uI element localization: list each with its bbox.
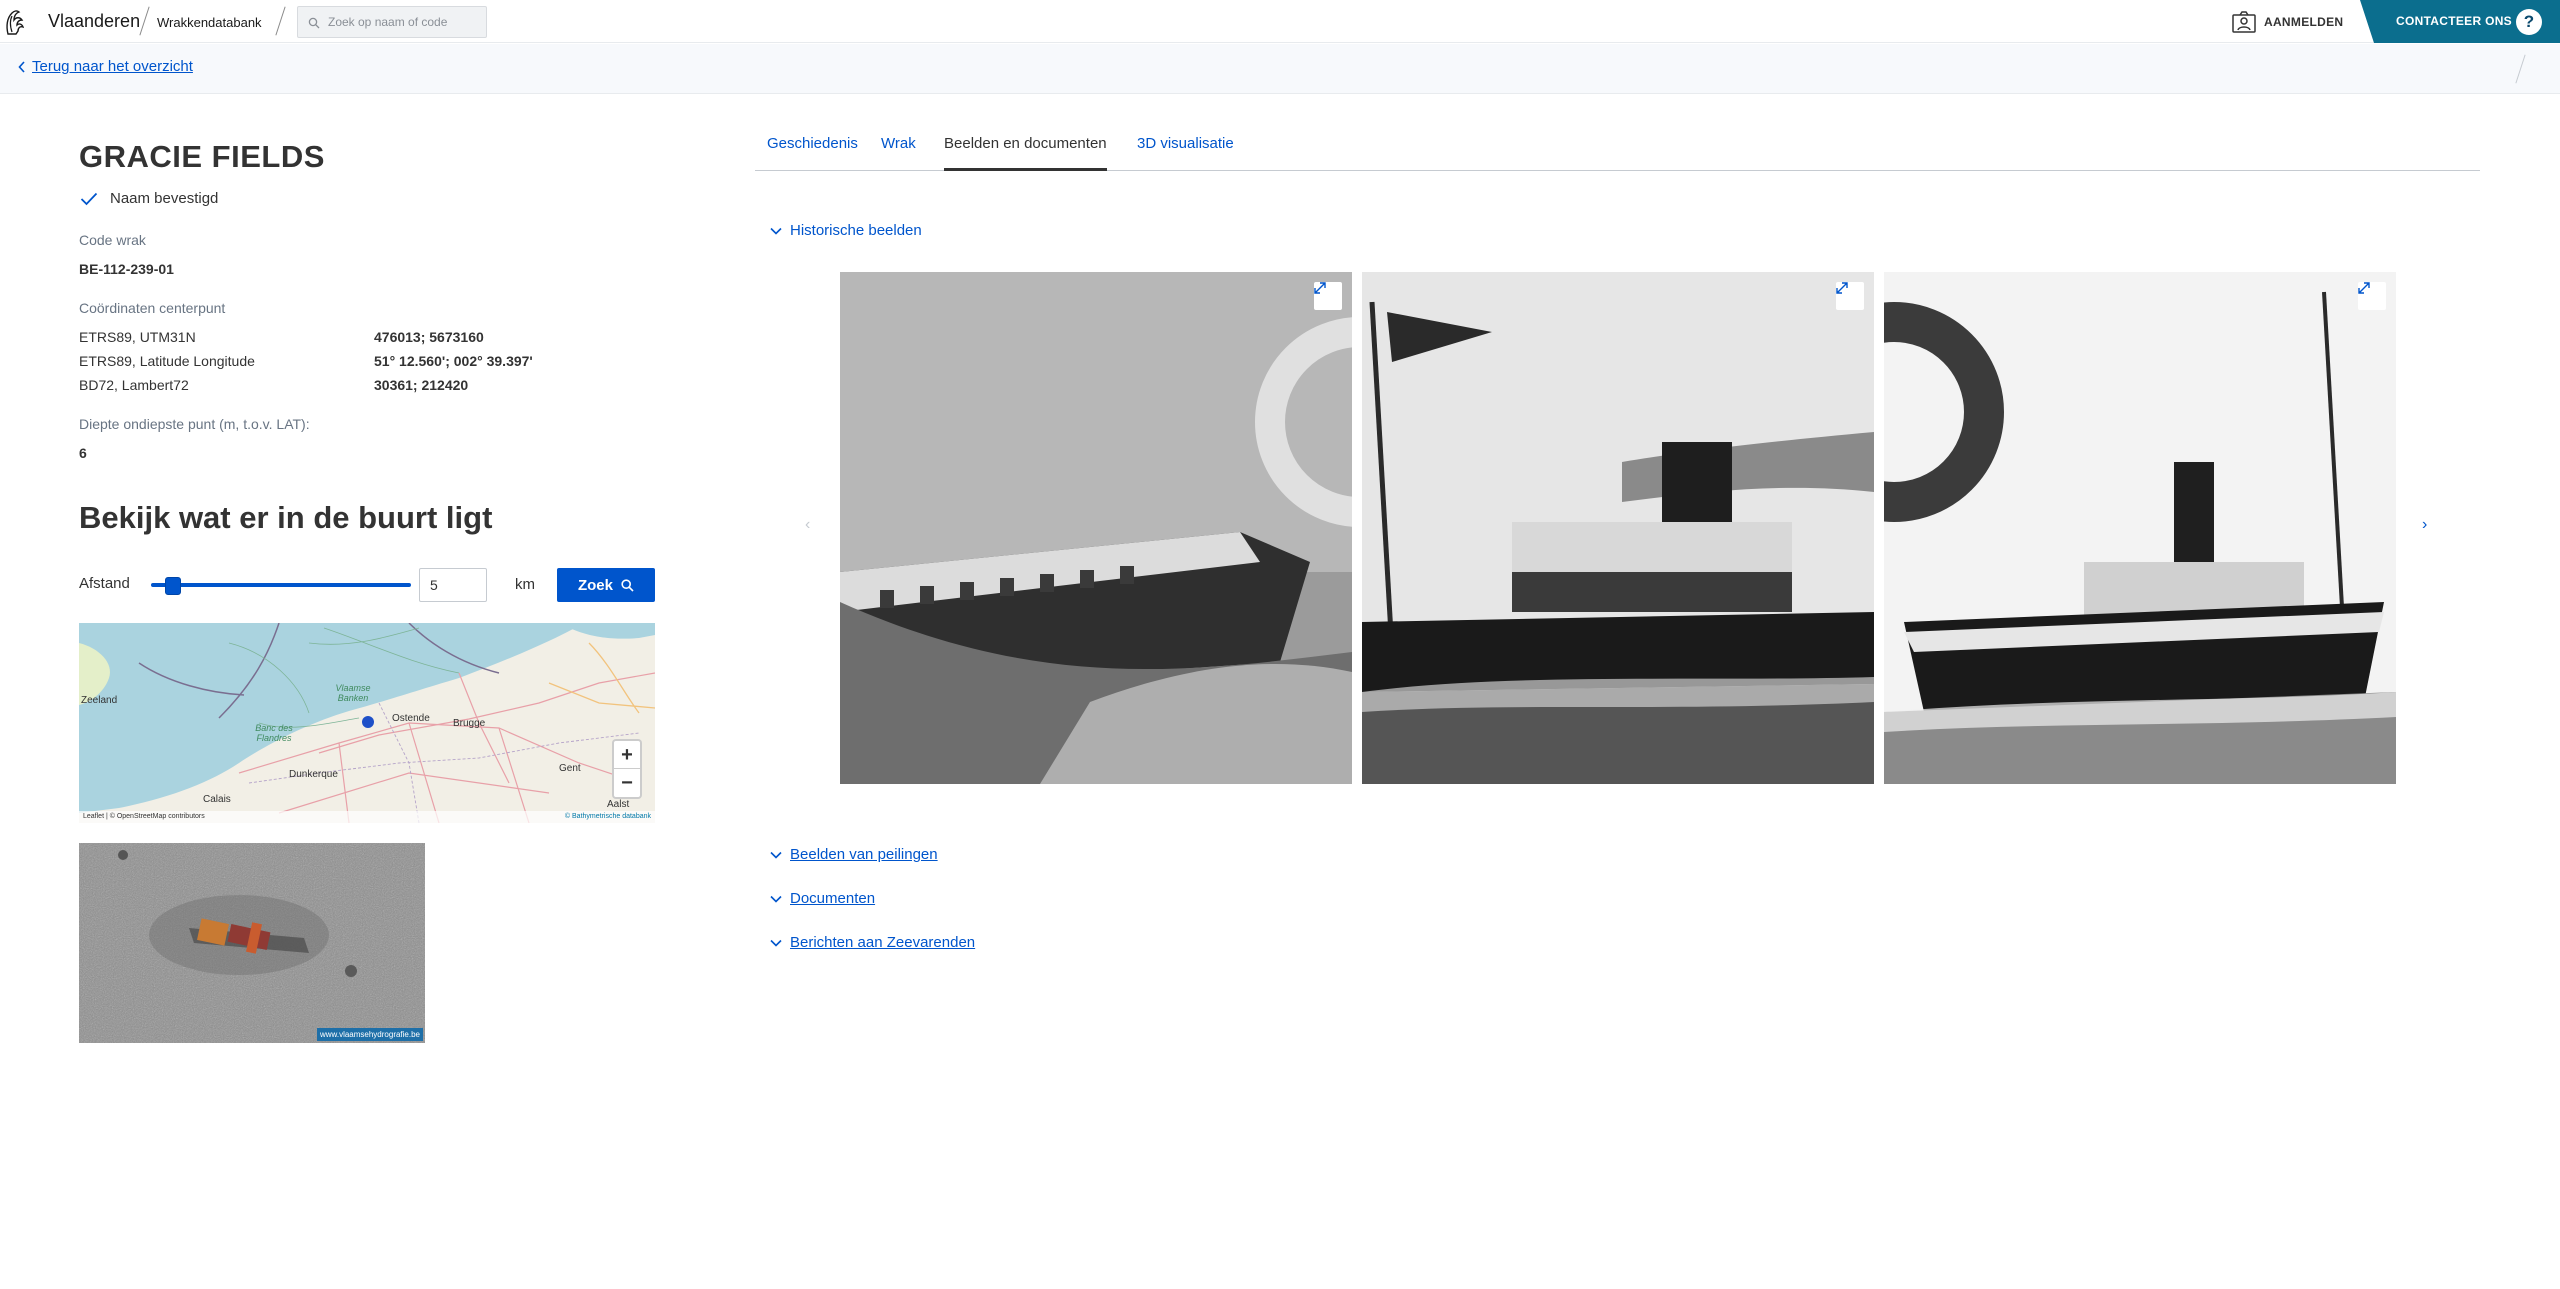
gallery-image[interactable] [840,272,1352,784]
map-attribution: Leaflet | © OpenStreetMap contributors ©… [79,811,655,823]
search-input[interactable] [328,13,478,31]
notices-label: Berichten aan Zeevarenden [790,934,976,951]
sonar-picture [79,843,425,1043]
sonar-image[interactable]: www.vlaamsehydrografie.be [79,843,425,1043]
name-status-label: Naam bevestigd [110,190,219,207]
checkmark-icon [80,192,98,205]
ship-photo [1884,272,2396,784]
expand-image-button[interactable] [1836,282,1864,310]
map-label: Zeeland [81,695,118,706]
coord-value: 476013; 5673160 [374,329,484,345]
depth-value: 6 [79,445,87,461]
documents-label: Documenten [790,890,876,907]
depth-label: Diepte ondiepste punt (m, t.o.v. LAT): [79,416,310,432]
map-attribution-left[interactable]: Leaflet | © OpenStreetMap contributors [83,813,205,820]
user-id-icon [2232,11,2256,33]
distance-unit: km [515,576,535,593]
distance-input[interactable] [419,568,487,602]
coord-system: ETRS89, UTM31N [79,329,196,345]
expand-image-button[interactable] [1314,282,1342,310]
ship-photo [840,272,1352,784]
chevron-down-icon [770,895,782,903]
tab-beelden-en-documenten[interactable]: Beelden en documenten [944,134,1107,171]
documents-toggle[interactable]: Documenten [770,890,875,907]
coord-system: BD72, Lambert72 [79,377,189,393]
login-button[interactable]: AANMELDEN [2232,10,2343,34]
expand-icon [2358,282,2370,294]
search-icon [621,578,634,592]
login-label: AANMELDEN [2264,15,2344,29]
distance-label: Afstand [79,575,130,592]
back-link[interactable]: Terug naar het overzicht [18,58,193,75]
map-label: Aalst [607,799,630,810]
map-label: Vlaamse Banken [335,683,371,703]
wreck-title: GRACIE FIELDS [79,139,325,174]
chevron-down-icon [770,939,782,947]
tab-3d-visualisatie[interactable]: 3D visualisatie [1137,134,1234,171]
historical-images-toggle[interactable]: Historische beelden [770,222,922,239]
help-button[interactable]: ? [2516,9,2542,35]
soundings-toggle[interactable]: Beelden van peilingen [770,846,938,863]
gallery-image[interactable] [1884,272,2396,784]
brand-divider [140,6,150,36]
map-label: Dunkerque [289,769,338,780]
historical-images-label: Historische beelden [790,222,922,239]
gallery-prev-button[interactable]: ‹ [805,516,810,534]
map-attribution-right[interactable]: © Bathymetrische databank [565,813,651,820]
detail-tabs: Geschiedenis Wrak Beelden en documenten … [755,134,2480,171]
expand-icon [1836,282,1848,294]
search-icon [308,17,320,29]
soundings-label: Beelden van peilingen [790,846,938,863]
flemish-lion-logo-icon[interactable] [4,8,26,36]
map-label: Brugge [453,718,486,729]
notices-toggle[interactable]: Berichten aan Zeevarenden [770,934,975,951]
location-map[interactable]: Zeeland Ostende Brugge Dunkerque Calais … [79,623,655,823]
ship-photo [1362,272,1874,784]
map-label: Banc des Flandres [255,723,293,743]
name-status: Naam bevestigd [80,190,218,207]
expand-image-button[interactable] [2358,282,2386,310]
coords-label: Coördinaten centerpunt [79,300,226,316]
map-tiles [79,623,655,823]
map-label: Ostende [392,713,430,724]
breadcrumb-bar: Terug naar het overzicht [0,44,2560,94]
decorative-divider [2515,54,2526,84]
sonar-credit[interactable]: www.vlaamsehydrografie.be [316,1028,423,1041]
nearby-heading: Bekijk wat er in de buurt ligt [79,500,493,535]
map-label: Calais [203,794,231,805]
app-name[interactable]: Wrakkendatabank [157,15,262,30]
distance-slider[interactable] [151,577,411,595]
slider-handle[interactable] [165,577,181,595]
gallery-image[interactable] [1362,272,1874,784]
back-link-label: Terug naar het overzicht [32,58,193,75]
expand-icon [1314,282,1326,294]
contact-bar: CONTACTEER ONS ? [2360,0,2560,43]
coord-value: 51° 12.560'; 002° 39.397' [374,353,533,369]
gallery-next-button[interactable]: › [2422,516,2427,534]
code-value: BE-112-239-01 [79,261,174,277]
tab-wrak[interactable]: Wrak [881,134,916,171]
map-label: Gent [559,763,581,774]
search-nearby-button[interactable]: Zoek [557,568,655,602]
slider-track [151,583,411,587]
chevron-left-icon [18,60,25,73]
coord-value: 30361; 212420 [374,377,469,393]
chevron-down-icon [770,851,782,859]
zoom-in-button[interactable]: + [614,741,640,769]
tab-geschiedenis[interactable]: Geschiedenis [767,134,858,171]
chevron-down-icon [770,227,782,235]
zoom-out-button[interactable]: − [614,769,640,797]
search-box[interactable] [297,6,487,38]
search-divider [276,6,286,36]
code-label: Code wrak [79,232,146,248]
coord-system: ETRS89, Latitude Longitude [79,353,255,369]
top-bar: Vlaanderen Wrakkendatabank AANMELDEN CON… [0,0,2560,43]
map-zoom-control: + − [612,739,642,799]
contact-button[interactable]: CONTACTEER ONS [2396,14,2512,28]
search-nearby-label: Zoek [577,576,613,594]
brand-name[interactable]: Vlaanderen [48,11,140,32]
